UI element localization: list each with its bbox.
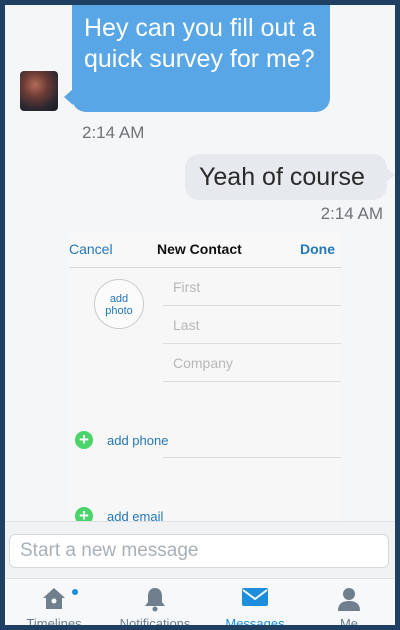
tab-me-label: Me <box>339 616 359 630</box>
app-frame: Hey can you fill out a quick survey for … <box>0 0 400 630</box>
add-phone-label: add phone <box>107 433 169 448</box>
bell-icon <box>141 585 169 618</box>
tab-bar: Timelines Notifications Messages Me <box>5 578 395 630</box>
outgoing-bubble-tail <box>386 168 395 182</box>
add-phone-divider <box>163 457 341 458</box>
new-message-input[interactable] <box>9 534 389 568</box>
home-icon <box>39 585 69 616</box>
contact-form-header: Cancel New Contact Done <box>69 231 341 268</box>
company-placeholder: Company <box>173 355 233 371</box>
message-composer <box>5 521 395 579</box>
contact-cancel-button: Cancel <box>69 241 113 257</box>
tab-timelines-label: Timelines <box>26 616 82 630</box>
add-email-row: + add email <box>75 507 341 521</box>
last-name-field: Last <box>163 307 341 344</box>
tab-messages-label: Messages <box>225 616 285 630</box>
avatar[interactable] <box>20 71 58 111</box>
attached-screenshot[interactable]: Cancel New Contact Done add photo First … <box>69 231 341 521</box>
envelope-icon <box>240 585 270 614</box>
add-email-label: add email <box>107 509 164 521</box>
add-phone-plus-icon: + <box>75 431 93 449</box>
tab-notifications[interactable]: Notifications <box>103 579 207 630</box>
incoming-message-time: 2:14 AM <box>82 123 145 142</box>
last-name-placeholder: Last <box>173 317 200 333</box>
add-email-plus-icon: + <box>75 507 93 521</box>
incoming-message-row: Hey can you fill out a quick survey for … <box>15 5 345 145</box>
outgoing-message-time: 2:14 AM <box>320 204 383 223</box>
incoming-message-text: Hey can you fill out a quick survey for … <box>84 14 317 73</box>
contact-form-title: New Contact <box>157 241 242 257</box>
company-field: Company <box>163 345 341 382</box>
tab-timelines[interactable]: Timelines <box>5 579 103 630</box>
tab-messages[interactable]: Messages <box>207 579 303 630</box>
first-name-field: First <box>163 269 341 306</box>
add-photo-circle: add photo <box>94 279 144 329</box>
person-icon <box>335 585 363 618</box>
first-name-placeholder: First <box>173 279 201 295</box>
add-phone-row: + add phone <box>75 431 341 453</box>
timelines-notification-dot <box>72 589 78 595</box>
outgoing-message-text: Yeah of course <box>199 163 365 191</box>
tab-notifications-label: Notifications <box>119 616 191 630</box>
incoming-message-bubble[interactable]: Hey can you fill out a quick survey for … <box>64 5 330 112</box>
add-photo-label: add photo <box>105 293 133 317</box>
tab-me[interactable]: Me <box>303 579 395 630</box>
incoming-bubble-tail <box>64 89 73 105</box>
contact-done-button: Done <box>300 241 335 257</box>
outgoing-message-bubble[interactable]: Yeah of course <box>185 154 395 200</box>
